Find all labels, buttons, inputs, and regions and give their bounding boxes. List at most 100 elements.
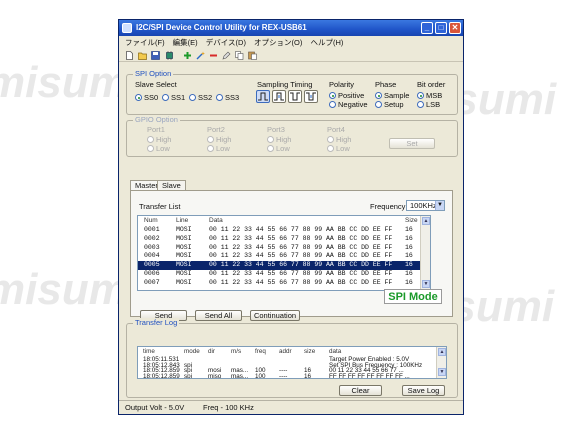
column-line[interactable]: Line — [176, 217, 188, 226]
close-button[interactable]: ✕ — [449, 22, 461, 34]
radio-icon — [216, 94, 223, 101]
radio-icon — [162, 94, 169, 101]
log-column-time[interactable]: time — [143, 348, 155, 356]
save-icon[interactable] — [151, 51, 160, 60]
log-row[interactable]: 18:05:12.859 spi miso mas... 100 ---- 16 FF FF … — [138, 372, 438, 379]
bitorder-lsb-radio[interactable]: LSB — [417, 100, 440, 109]
gpio-option-label: GPIO Option — [133, 115, 180, 124]
cell-data: 00 11 22 33 44 55 66 77 88 99 AA BB CC D… — [209, 261, 393, 269]
title-bar[interactable]: I2C/SPI Device Control Utility for REX-U… — [119, 20, 463, 36]
clear-log-button[interactable]: Clear — [339, 385, 382, 396]
transfer-row[interactable]: 0002 MOSI 00 11 22 33 44 55 66 77 88 99 AA… — [138, 235, 430, 244]
phase-setup-radio[interactable]: Setup — [375, 100, 404, 109]
chip-icon[interactable] — [165, 51, 174, 60]
copy-icon[interactable] — [235, 51, 244, 60]
column-data[interactable]: Data — [209, 217, 223, 226]
log-cell-addr: ---- — [279, 372, 288, 379]
transfer-row[interactable]: 0003 MOSI 00 11 22 33 44 55 66 77 88 99 AA… — [138, 244, 430, 253]
menu-edit[interactable]: 編集(E) — [173, 37, 198, 48]
maximize-button[interactable]: □ — [435, 22, 447, 34]
cell-size: 16 — [405, 243, 413, 251]
remove-icon[interactable] — [209, 51, 218, 60]
port4-low-radio[interactable]: Low — [327, 144, 350, 153]
status-frequency: Freq - 100 KHz — [203, 403, 254, 412]
log-column-ms[interactable]: m/s — [231, 348, 241, 356]
bitorder-msb-radio[interactable]: MSB — [417, 91, 442, 100]
save-log-button[interactable]: Save Log — [402, 385, 445, 396]
port2-low-radio[interactable]: Low — [207, 144, 230, 153]
add-icon[interactable] — [183, 51, 192, 60]
scroll-up-icon[interactable]: ▲ — [422, 217, 430, 225]
log-scrollbar[interactable]: ▲ ▼ — [436, 347, 446, 378]
slave-radio-ss3[interactable]: SS3 — [216, 93, 239, 102]
continuation-button[interactable]: Continuation — [250, 310, 300, 321]
column-num[interactable]: Num — [144, 217, 158, 226]
port2-high-radio[interactable]: High — [207, 135, 231, 144]
timing-mode-3-button[interactable] — [304, 90, 318, 103]
menu-device[interactable]: デバイス(D) — [206, 37, 246, 48]
spi-option-label: SPI Option — [133, 69, 174, 78]
paste-icon[interactable] — [248, 51, 257, 60]
scroll-down-icon[interactable]: ▼ — [422, 280, 430, 288]
cell-data: 00 11 22 33 44 55 66 77 88 99 AA BB CC D… — [209, 270, 393, 277]
sampling-timing-label: Sampling Timing — [257, 80, 313, 89]
port4-high-radio[interactable]: High — [327, 135, 351, 144]
port1-low-radio[interactable]: Low — [147, 144, 170, 153]
slave-radio-ss0[interactable]: SS0 — [135, 93, 158, 102]
frequency-select[interactable]: 100KHz ▼ — [406, 200, 445, 211]
edit-icon[interactable] — [222, 51, 231, 60]
cell-line: MOSI — [176, 270, 192, 277]
new-icon[interactable] — [125, 51, 134, 60]
phase-sample-radio[interactable]: Sample — [375, 91, 409, 100]
log-cell-freq: 100 — [255, 372, 266, 379]
cell-size: 16 — [405, 270, 413, 277]
transfer-row[interactable]: 0006 MOSI 00 11 22 33 44 55 66 77 88 99 AA… — [138, 270, 430, 279]
gpio-set-button[interactable]: Set — [389, 138, 435, 149]
menu-option[interactable]: オプション(O) — [254, 37, 302, 48]
transfer-row[interactable]: 0001 MOSI 00 11 22 33 44 55 66 77 88 99 AA… — [138, 226, 430, 235]
log-column-mode[interactable]: mode — [184, 348, 200, 356]
scroll-up-icon[interactable]: ▲ — [438, 348, 446, 356]
minimize-button[interactable]: _ — [421, 22, 433, 34]
polarity-positive-radio[interactable]: Positive — [329, 91, 364, 100]
log-cell-dir: miso — [208, 372, 222, 379]
scroll-down-icon[interactable]: ▼ — [438, 368, 446, 376]
open-icon[interactable] — [138, 51, 147, 60]
menu-file[interactable]: ファイル(F) — [125, 37, 165, 48]
status-bar: Output Volt - 5.0V Freq - 100 KHz — [119, 400, 463, 414]
log-column-addr[interactable]: addr — [279, 348, 292, 356]
send-all-button[interactable]: Send All — [195, 310, 242, 321]
cell-data: 00 11 22 33 44 55 66 77 88 99 AA BB CC D… — [209, 243, 393, 251]
port1-high-radio[interactable]: High — [147, 135, 171, 144]
column-size[interactable]: Size — [405, 217, 418, 226]
log-column-freq[interactable]: freq — [255, 348, 266, 356]
transfer-row[interactable]: 0004 MOSI 00 11 22 33 44 55 66 77 88 99 AA… — [138, 252, 430, 261]
cell-num: 0001 — [144, 226, 160, 233]
log-cell-ms: mas... — [231, 372, 249, 379]
polarity-negative-radio[interactable]: Negative — [329, 100, 368, 109]
port3-high-radio[interactable]: High — [267, 135, 291, 144]
port3-low-radio[interactable]: Low — [267, 144, 290, 153]
transfer-row[interactable]: 0007 MOSI 00 11 22 33 44 55 66 77 88 99 AA… — [138, 279, 430, 288]
wand-icon[interactable] — [196, 51, 205, 60]
cell-data: 00 11 22 33 44 55 66 77 88 99 AA BB CC D… — [209, 278, 393, 286]
timing-mode-2-button[interactable] — [288, 90, 302, 103]
log-column-dir[interactable]: dir — [208, 348, 215, 356]
log-column-size[interactable]: size — [304, 348, 315, 356]
transfer-row[interactable]: 0005 MOSI 00 11 22 33 44 55 66 77 88 99 AA… — [138, 261, 430, 270]
radio-icon — [329, 101, 336, 108]
menu-help[interactable]: ヘルプ(H) — [310, 37, 343, 48]
slave-radio-ss1[interactable]: SS1 — [162, 93, 185, 102]
transfer-log-list[interactable]: time mode dir m/s freq addr size data 18… — [137, 346, 447, 379]
transfer-list[interactable]: Num Line Data Size 0001 MOSI 00 11 22 33 4… — [137, 215, 431, 291]
frequency-value: 100KHz — [410, 201, 437, 210]
cell-size: 16 — [405, 261, 413, 269]
cell-num: 0005 — [144, 261, 160, 269]
log-cell-size: 16 — [304, 372, 312, 379]
timing-mode-0-button[interactable] — [256, 90, 270, 103]
slave-radio-ss2[interactable]: SS2 — [189, 93, 212, 102]
timing-mode-1-button[interactable] — [272, 90, 286, 103]
transfer-list-scrollbar[interactable]: ▲ ▼ — [420, 216, 430, 290]
cell-num: 0007 — [144, 278, 160, 286]
log-column-data[interactable]: data — [329, 348, 341, 356]
